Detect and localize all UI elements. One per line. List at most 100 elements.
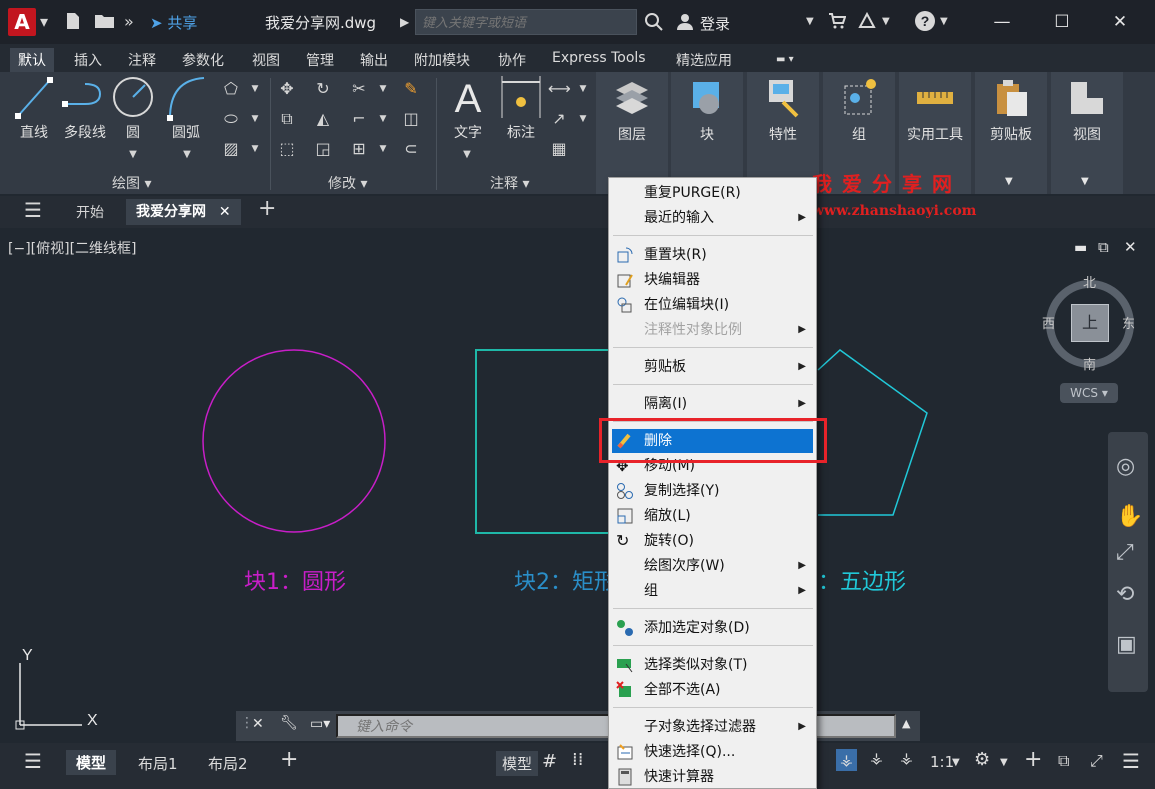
- fillet-icon[interactable]: ⌐: [348, 108, 370, 130]
- viewport-minimize-icon[interactable]: ▬: [1074, 240, 1087, 256]
- open-folder-icon[interactable]: [94, 12, 116, 34]
- share-button[interactable]: ➤ 共享: [150, 12, 197, 33]
- cart-icon[interactable]: [828, 12, 847, 34]
- tab-express-tools[interactable]: Express Tools: [544, 48, 654, 68]
- add-layout-icon[interactable]: +: [280, 747, 298, 772]
- zoom-extents-icon[interactable]: ⤢: [1116, 540, 1134, 565]
- offset-icon[interactable]: ⊂: [400, 138, 422, 160]
- auto-scale-icon[interactable]: ⚶: [870, 749, 883, 767]
- help-icon[interactable]: ?: [914, 10, 936, 36]
- tab-view[interactable]: 视图: [244, 48, 288, 72]
- cmdline-customize-icon[interactable]: 🔧︎: [280, 715, 298, 731]
- linear-dim-dropdown-icon[interactable]: ▼: [572, 78, 594, 100]
- menu-deselect-all[interactable]: 全部不选(A): [609, 678, 816, 702]
- cmdline-history-icon[interactable]: ▲: [902, 717, 910, 730]
- circle-block[interactable]: [202, 349, 386, 533]
- app-logo[interactable]: A: [8, 8, 36, 36]
- pan-hand-icon[interactable]: ✋: [1116, 504, 1143, 529]
- menu-subobject-filter[interactable]: 子对象选择过滤器 ▶: [609, 715, 816, 739]
- tab-featured-apps[interactable]: 精选应用: [668, 48, 740, 72]
- polygon-dropdown-icon[interactable]: ▼: [244, 78, 266, 100]
- ellipse-icon[interactable]: ⬭: [220, 108, 242, 130]
- arc-tool[interactable]: 圆弧: [164, 72, 208, 142]
- tab-parametric[interactable]: 参数化: [174, 48, 232, 72]
- menu-refedit[interactable]: 在位编辑块(I): [609, 293, 816, 317]
- viewcube-north[interactable]: 北: [1083, 272, 1096, 291]
- viewcube-top-face[interactable]: 上: [1071, 304, 1109, 342]
- menu-reset-block[interactable]: 重置块(R): [609, 243, 816, 267]
- linear-dim-icon[interactable]: ⟷: [548, 78, 571, 100]
- tab-collaborate[interactable]: 协作: [490, 48, 534, 72]
- text-dropdown-icon[interactable]: ▼: [456, 144, 478, 166]
- clipboard-dropdown-icon[interactable]: ▼: [1005, 176, 1013, 187]
- hatch-dropdown-icon[interactable]: ▼: [244, 138, 266, 160]
- menu-add-selected[interactable]: 添加选定对象(D): [609, 616, 816, 640]
- menu-recent-input[interactable]: 最近的输入 ▶: [609, 206, 816, 230]
- close-tab-icon[interactable]: ✕: [219, 204, 231, 220]
- polygon-icon[interactable]: ⬠: [220, 78, 242, 100]
- grid-icon[interactable]: #: [542, 751, 557, 772]
- clipboard-panel[interactable]: 剪贴板 ▼: [975, 72, 1047, 194]
- menu-isolate[interactable]: 隔离(I) ▶: [609, 392, 816, 416]
- annotation-visibility-icon[interactable]: ⚶: [836, 749, 857, 771]
- stretch-icon[interactable]: ⬚: [276, 138, 298, 160]
- trim-dropdown-icon[interactable]: ▼: [372, 78, 394, 100]
- search-icon[interactable]: [644, 12, 664, 36]
- trim-icon[interactable]: ✂: [348, 78, 370, 100]
- more-tools-icon[interactable]: »: [124, 12, 134, 31]
- customization-menu-icon[interactable]: ☰: [1122, 749, 1140, 773]
- tab-layout1[interactable]: 布局1: [138, 753, 178, 774]
- annotation-monitor-icon[interactable]: +: [1024, 747, 1042, 772]
- leader-icon[interactable]: ↗: [548, 108, 570, 130]
- layout-menu-icon[interactable]: ☰: [24, 749, 42, 773]
- ribbon-options-icon[interactable]: ▬ ▾: [768, 52, 802, 67]
- menu-repeat-purge[interactable]: 重复PURGE(R): [609, 181, 816, 205]
- line-tool[interactable]: 直线: [14, 72, 54, 142]
- maximize-button[interactable]: ☐: [1042, 8, 1082, 36]
- tab-annotate[interactable]: 注释: [120, 48, 164, 72]
- array-dropdown-icon[interactable]: ▼: [372, 138, 394, 160]
- tab-manage[interactable]: 管理: [298, 48, 342, 72]
- wcs-menu[interactable]: WCS ▾: [1060, 383, 1118, 403]
- new-tab-icon[interactable]: +: [258, 196, 276, 221]
- tab-layout2[interactable]: 布局2: [208, 753, 248, 774]
- hamburger-menu-icon[interactable]: ☰: [24, 198, 42, 222]
- polyline-tool[interactable]: 多段线: [60, 72, 110, 142]
- arc-dropdown-icon[interactable]: ▼: [176, 144, 198, 166]
- erase-icon[interactable]: ✎: [400, 78, 422, 100]
- draw-panel-title[interactable]: 绘图 ▾: [112, 173, 151, 193]
- tab-default[interactable]: 默认: [10, 48, 54, 72]
- recent-commands-icon[interactable]: ▭▾: [310, 716, 330, 732]
- rectangle-block[interactable]: [475, 349, 617, 534]
- view-panel[interactable]: 视图 ▼: [1051, 72, 1123, 194]
- close-button[interactable]: ✕: [1100, 8, 1140, 36]
- circle-dropdown-icon[interactable]: ▼: [122, 144, 144, 166]
- menu-clipboard[interactable]: 剪贴板 ▶: [609, 355, 816, 379]
- login-button[interactable]: 登录: [700, 13, 730, 34]
- cmdline-close-icon[interactable]: ✕: [252, 716, 264, 732]
- viewport-close-icon[interactable]: ✕: [1124, 238, 1137, 256]
- leader-dropdown-icon[interactable]: ▼: [572, 108, 594, 130]
- menu-rotate[interactable]: ↻ 旋转(O): [609, 529, 816, 553]
- annotation-scale-icon[interactable]: ⚶: [900, 749, 913, 767]
- model-space-button[interactable]: 模型: [496, 751, 539, 776]
- workspace-dropdown-icon[interactable]: ▼: [1000, 757, 1008, 768]
- ellipse-dropdown-icon[interactable]: ▼: [244, 108, 266, 130]
- view-dropdown-icon[interactable]: ▼: [1081, 176, 1089, 187]
- search-input[interactable]: [415, 9, 637, 35]
- move-icon[interactable]: ✥: [276, 78, 298, 100]
- showmotion-icon[interactable]: ▣: [1116, 632, 1137, 657]
- new-file-icon[interactable]: [64, 12, 82, 34]
- viewcube-east[interactable]: 东: [1122, 313, 1135, 332]
- layers-panel[interactable]: 图层: [596, 72, 668, 194]
- pentagon-block[interactable]: [817, 349, 928, 516]
- menu-scale[interactable]: 缩放(L): [609, 504, 816, 528]
- steering-wheel-icon[interactable]: ◎: [1116, 454, 1135, 479]
- menu-annotative-scale[interactable]: 注释性对象比例 ▶: [609, 318, 816, 342]
- viewcube-south[interactable]: 南: [1083, 354, 1096, 373]
- menu-copy-selection[interactable]: 复制选择(Y): [609, 479, 816, 503]
- menu-select-similar[interactable]: 选择类似对象(T): [609, 653, 816, 677]
- menu-block-editor[interactable]: 块编辑器: [609, 268, 816, 292]
- tab-document[interactable]: 我爱分享网 ✕: [126, 199, 241, 225]
- tab-output[interactable]: 输出: [352, 48, 396, 72]
